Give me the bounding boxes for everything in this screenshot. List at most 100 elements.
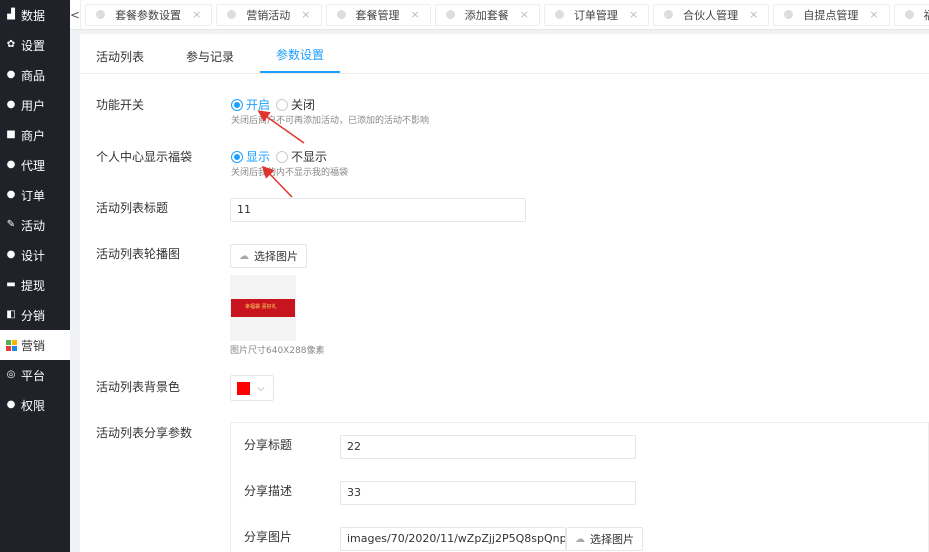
tab-item[interactable]: 合伙人管理 ×: [653, 3, 770, 26]
subtab-participation-records[interactable]: 参与记录: [170, 48, 250, 73]
tab-item[interactable]: 套餐管理 ×: [325, 3, 431, 26]
share-desc-input[interactable]: 33: [340, 481, 636, 505]
tab-label: 营销活动: [246, 8, 291, 22]
share-title-label: 分享标题: [244, 438, 293, 452]
tab-item[interactable]: 添加套餐 ×: [434, 3, 540, 26]
subtab-bar: 活动列表 参与记录 参数设置: [80, 34, 929, 74]
sidebar-item-shop[interactable]: ■ 商户: [0, 120, 70, 150]
main-panel: 活动列表 参与记录 参数设置 功能开关 开启 关闭 关闭后商户不可再添加活动，已…: [80, 34, 929, 552]
tab-item[interactable]: 营销活动 ×: [216, 3, 322, 26]
carousel-image-thumbnail[interactable]: 幸福袋 喜好礼: [230, 275, 296, 341]
sidebar-item-user[interactable]: ● 用户: [0, 90, 70, 120]
carousel-banner-image: 幸福袋 喜好礼: [231, 299, 295, 317]
cloud-upload-icon: ☁: [575, 533, 585, 545]
user-icon: ●: [6, 99, 16, 110]
sidebar-item-distribution[interactable]: ◧ 分销: [0, 300, 70, 330]
sidebar-item-design[interactable]: ● 设计: [0, 240, 70, 270]
center-show-on-label: 显示: [246, 150, 271, 164]
sidebar-item-label: 分销: [21, 308, 46, 323]
feature-switch-off-label: 关闭: [291, 98, 316, 112]
tab-item[interactable]: 订单管理 ×: [543, 3, 650, 26]
tab-status-dot-icon: [904, 10, 914, 19]
tab-label: 订单管理: [573, 8, 618, 22]
bg-color-picker[interactable]: ⌵: [230, 375, 274, 401]
marketing-icon: [5, 339, 17, 351]
cloud-upload-icon: ☁: [239, 250, 249, 262]
sidebar-item-permission[interactable]: ● 权限: [0, 390, 70, 420]
sidebar-item-order[interactable]: ● 订单: [0, 180, 70, 210]
subtab-parameter-settings[interactable]: 参数设置: [260, 46, 341, 73]
center-show-off-label: 不显示: [291, 150, 328, 164]
sidebar-item-activity[interactable]: ✎ 活动: [0, 210, 70, 240]
share-select-image-label: 选择图片: [590, 533, 634, 546]
share-title-input[interactable]: 22: [340, 435, 636, 459]
carousel-size-hint: 图片尺寸640X288像素: [230, 346, 325, 356]
sidebar-item-label: 用户: [21, 98, 46, 113]
tab-label: 自提点管理: [803, 8, 859, 22]
platform-icon: ◎: [6, 369, 16, 380]
radio-checked-icon: [231, 150, 243, 163]
tab-status-dot-icon: [336, 10, 346, 19]
carousel-select-image-button[interactable]: ☁ 选择图片: [230, 244, 307, 268]
carousel-label: 活动列表轮播图: [96, 247, 181, 261]
tab-label: 套餐管理: [355, 8, 400, 22]
close-icon[interactable]: ×: [629, 8, 638, 21]
feature-switch-off-radio[interactable]: 关闭: [276, 96, 315, 113]
tab-bar: < 套餐参数设置 × 营销活动 × 套餐管理 × 添加套餐 × 订单管理 × 合伙人管理 × 自提点管理…: [70, 0, 929, 30]
share-select-image-button[interactable]: ☁ 选择图片: [566, 527, 643, 551]
withdraw-icon: ▬: [6, 279, 16, 290]
sidebar-item-label: 商户: [21, 128, 46, 143]
sidebar-item-label: 商品: [21, 68, 46, 83]
bg-color-swatch: [237, 381, 250, 395]
shop-icon: ■: [6, 129, 16, 140]
list-title-input[interactable]: 11: [230, 198, 526, 222]
close-icon[interactable]: ×: [301, 8, 310, 21]
agent-icon: ●: [6, 159, 16, 170]
sidebar-item-label: 设计: [21, 248, 46, 263]
permission-icon: ●: [6, 399, 16, 410]
share-params-label: 活动列表分享参数: [96, 426, 193, 440]
sidebar-item-marketing[interactable]: 营销: [0, 330, 70, 360]
sidebar-item-label: 设置: [21, 38, 46, 53]
tab-status-dot-icon: [554, 10, 564, 19]
tab-item[interactable]: 套餐参数设置 ×: [85, 3, 213, 26]
share-params-panel: 分享标题 22 分享描述 33 分享图片 images/70/2020/11/w…: [230, 422, 929, 552]
subtab-activity-list[interactable]: 活动列表: [80, 48, 160, 73]
close-icon[interactable]: ×: [749, 8, 758, 21]
sidebar-item-platform[interactable]: ◎ 平台: [0, 360, 70, 390]
tab-item[interactable]: 自提点管理 ×: [773, 3, 890, 26]
radio-unchecked-icon: [276, 150, 289, 163]
tab-status-dot-icon: [96, 10, 106, 19]
tab-label: 福袋活动: [924, 7, 929, 23]
sidebar-item-goods[interactable]: ● 商品: [0, 60, 70, 90]
feature-switch-on-label: 开启: [246, 98, 271, 112]
sidebar-item-label: 权限: [21, 398, 46, 413]
sidebar-item-withdraw[interactable]: ▬ 提现: [0, 270, 70, 300]
tab-item[interactable]: 福袋活动×: [893, 3, 929, 26]
share-desc-label: 分享描述: [244, 484, 293, 498]
close-icon[interactable]: ×: [411, 8, 420, 21]
sidebar-item-gear[interactable]: ✿ 设置: [0, 30, 70, 60]
close-icon[interactable]: ×: [192, 8, 201, 21]
center-show-off-radio[interactable]: 不显示: [276, 148, 327, 165]
sidebar-item-chart[interactable]: ▟ 数据: [0, 0, 70, 30]
tab-label: 合伙人管理: [683, 8, 739, 22]
bg-color-label: 活动列表背景色: [96, 380, 181, 394]
design-icon: ●: [6, 249, 16, 260]
sidebar-item-label: 订单: [21, 188, 46, 203]
order-icon: ●: [6, 189, 16, 200]
close-icon[interactable]: ×: [520, 8, 529, 21]
radio-checked-icon: [231, 98, 243, 111]
tab-label: 添加套餐: [464, 8, 509, 22]
tab-scroll-left-button[interactable]: <: [70, 0, 82, 29]
radio-unchecked-icon: [276, 98, 289, 111]
center-show-on-radio[interactable]: 显示: [231, 148, 270, 165]
center-show-label: 个人中心显示福袋: [96, 150, 193, 164]
tab-status-dot-icon: [664, 10, 674, 19]
list-title-label: 活动列表标题: [96, 201, 169, 215]
close-icon[interactable]: ×: [869, 8, 878, 21]
distribution-icon: ◧: [6, 309, 16, 320]
feature-switch-on-radio[interactable]: 开启: [231, 96, 270, 113]
share-image-path-input[interactable]: images/70/2020/11/wZpZjj2P5Q8spQnpzqSm: [340, 527, 566, 551]
sidebar-item-agent[interactable]: ● 代理: [0, 150, 70, 180]
